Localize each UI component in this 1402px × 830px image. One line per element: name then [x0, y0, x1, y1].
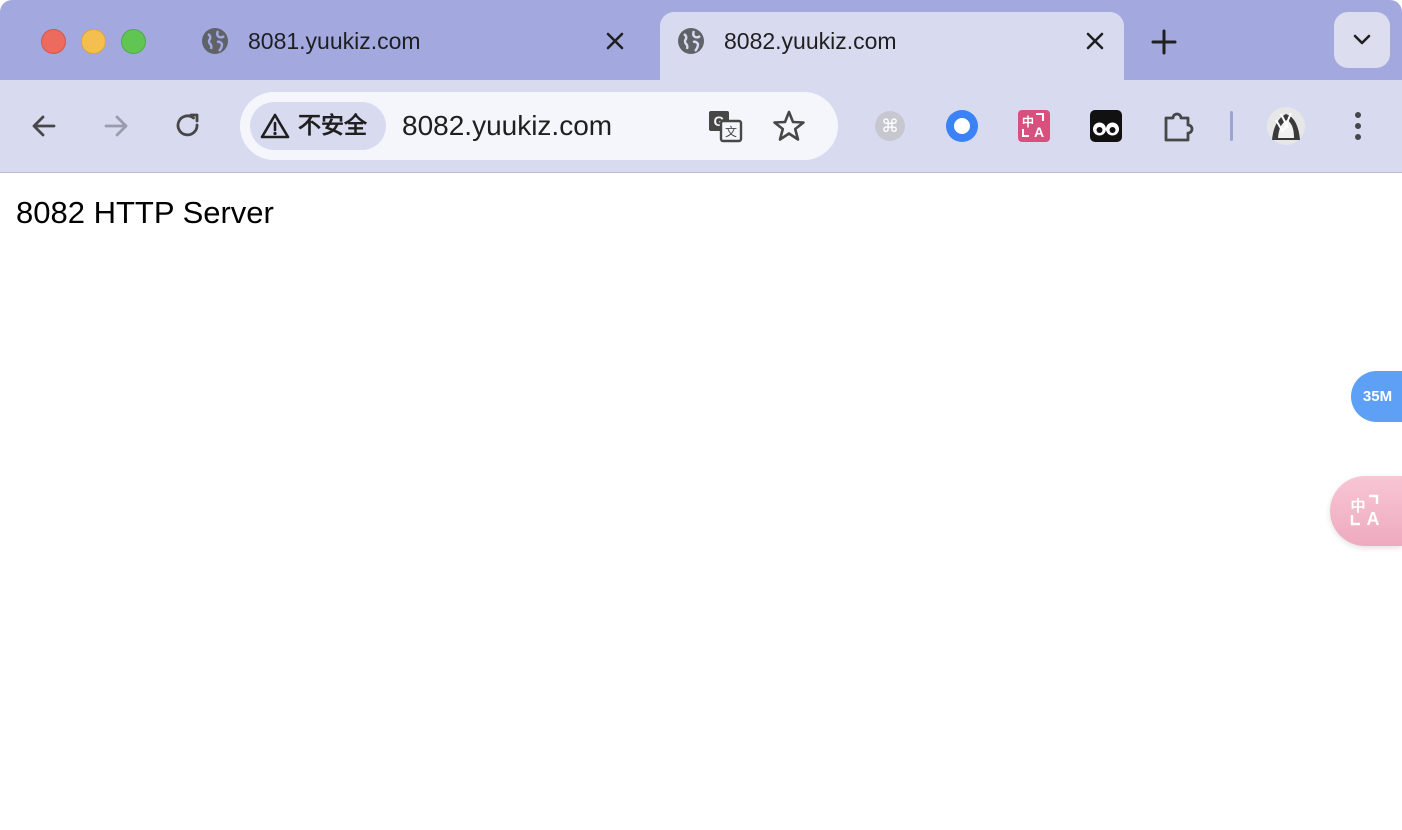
- translate-icon: 中 A: [1350, 494, 1380, 529]
- page-heading-text: 8082 HTTP Server: [16, 195, 274, 230]
- page-content: 8082 HTTP Server 35M 中 A: [0, 174, 1402, 830]
- tab-close-icon[interactable]: [600, 26, 630, 56]
- circle-extension-icon[interactable]: [944, 108, 980, 144]
- reload-button[interactable]: [166, 104, 210, 148]
- warning-icon: [260, 113, 290, 139]
- forward-button[interactable]: [94, 104, 138, 148]
- window-minimize-button[interactable]: [81, 29, 106, 54]
- tab-strip: 8081.yuukiz.com 8082.yuukiz.com: [0, 0, 1402, 80]
- command-extension-icon[interactable]: ⌘: [872, 108, 908, 144]
- back-button[interactable]: [22, 104, 66, 148]
- plus-icon: [1151, 29, 1177, 55]
- arrow-left-icon: [32, 115, 56, 137]
- eyes-extension-icon[interactable]: [1088, 108, 1124, 144]
- memory-badge[interactable]: 35M: [1351, 371, 1402, 422]
- avatar-icon: [1267, 107, 1305, 145]
- reload-icon: [176, 113, 199, 137]
- svg-text:A: A: [1034, 124, 1044, 140]
- tab-title: 8082.yuukiz.com: [724, 28, 897, 54]
- google-translate-icon[interactable]: G 文: [706, 107, 744, 145]
- bookmark-star-icon[interactable]: [770, 107, 808, 145]
- new-tab-button[interactable]: [1146, 24, 1182, 60]
- window-close-button[interactable]: [41, 29, 66, 54]
- tab-close-icon[interactable]: [1080, 26, 1110, 56]
- address-bar[interactable]: 不安全 8082.yuukiz.com G 文: [240, 92, 838, 160]
- menu-kebab-icon[interactable]: [1340, 108, 1376, 144]
- chevron-down-icon: [1353, 34, 1371, 45]
- globe-icon: [676, 26, 706, 56]
- svg-text:文: 文: [725, 124, 737, 139]
- tab-search-button[interactable]: [1334, 12, 1390, 68]
- translate-extension-icon[interactable]: 中 A: [1016, 108, 1052, 144]
- security-chip[interactable]: 不安全: [250, 102, 386, 150]
- security-chip-label: 不安全: [298, 113, 367, 139]
- tab-8082[interactable]: 8082.yuukiz.com: [660, 12, 1124, 80]
- tab-title: 8081.yuukiz.com: [248, 28, 421, 54]
- tab-8081[interactable]: 8081.yuukiz.com: [184, 12, 644, 80]
- svg-text:中: 中: [1022, 114, 1034, 129]
- svg-text:⌘: ⌘: [881, 116, 899, 137]
- profile-avatar[interactable]: [1266, 106, 1306, 146]
- window-zoom-button[interactable]: [121, 29, 146, 54]
- arrow-right-icon: [104, 115, 128, 137]
- toolbar: 不安全 8082.yuukiz.com G 文 ⌘ 中 A: [0, 80, 1402, 173]
- browser-window: 8081.yuukiz.com 8082.yuukiz.com 不安全 8082…: [0, 0, 1402, 830]
- globe-icon: [200, 26, 230, 56]
- svg-text:A: A: [1367, 509, 1380, 529]
- floating-translate-button[interactable]: 中 A: [1330, 476, 1402, 546]
- toolbar-divider: [1230, 111, 1233, 141]
- puzzle-icon[interactable]: [1161, 108, 1197, 144]
- url-text[interactable]: 8082.yuukiz.com: [402, 109, 612, 143]
- svg-text:中: 中: [1350, 497, 1365, 515]
